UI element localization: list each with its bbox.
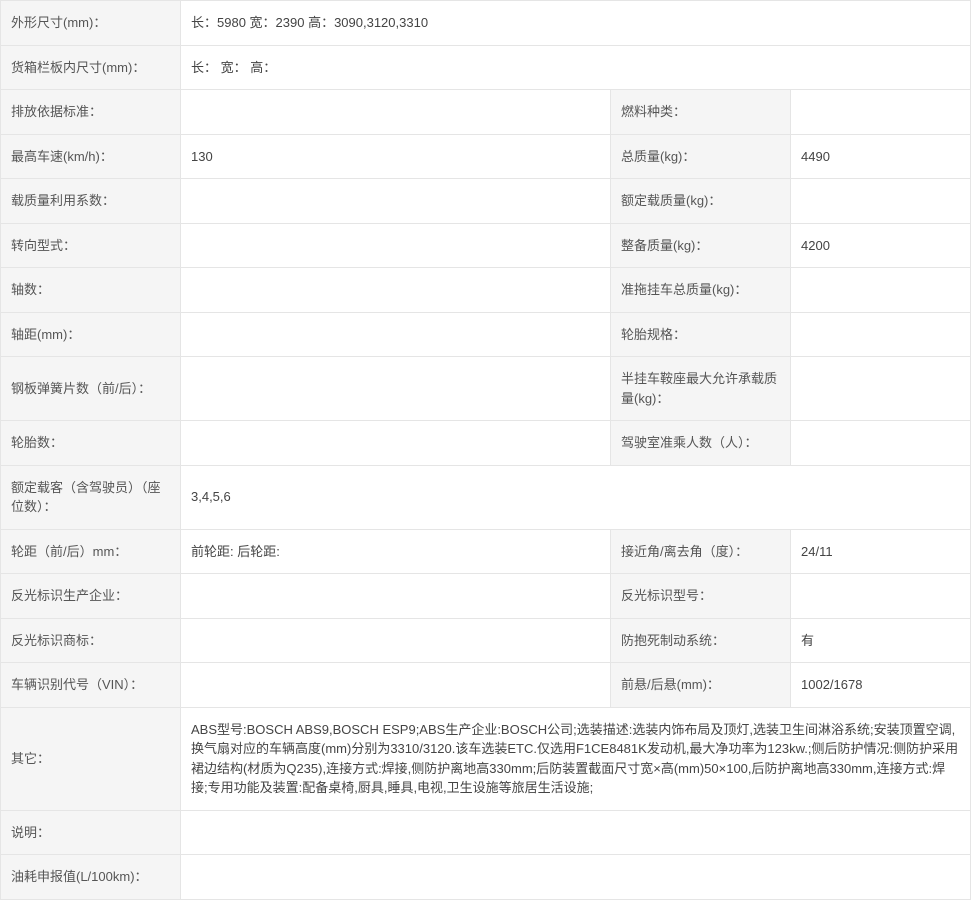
table-row: 车辆识别代号（VIN）： 前悬/后悬(mm)： 1002/1678 — [1, 663, 971, 708]
abs-label: 防抱死制动系统： — [611, 618, 791, 663]
passengers-value: 3,4,5,6 — [181, 465, 971, 529]
leaf-label: 钢板弹簧片数（前/后）： — [1, 357, 181, 421]
note-value — [181, 810, 971, 855]
fuelcons-label: 油耗申报值(L/100km)： — [1, 855, 181, 900]
table-row: 反光标识生产企业： 反光标识型号： — [1, 574, 971, 619]
leaf-value — [181, 357, 611, 421]
overhang-value: 1002/1678 — [791, 663, 971, 708]
curb-value: 4200 — [791, 223, 971, 268]
other-label: 其它： — [1, 707, 181, 810]
overhang-label: 前悬/后悬(mm)： — [611, 663, 791, 708]
loadcoef-value — [181, 179, 611, 224]
wheelbase-value — [181, 312, 611, 357]
table-row: 载质量利用系数： 额定载质量(kg)： — [1, 179, 971, 224]
fuel-label: 燃料种类： — [611, 90, 791, 135]
table-row: 轴距(mm)： 轮胎规格： — [1, 312, 971, 357]
track-label: 轮距（前/后）mm： — [1, 529, 181, 574]
steer-value — [181, 223, 611, 268]
table-row: 反光标识商标： 防抱死制动系统： 有 — [1, 618, 971, 663]
dim-value: 长：5980 宽：2390 高：3090,3120,3310 — [181, 1, 971, 46]
vehicle-spec-table: 外形尺寸(mm)： 长：5980 宽：2390 高：3090,3120,3310… — [0, 0, 971, 900]
dim-label: 外形尺寸(mm)： — [1, 1, 181, 46]
reflbrand-label: 反光标识商标： — [1, 618, 181, 663]
gross-value: 4490 — [791, 134, 971, 179]
table-row: 其它： ABS型号:BOSCH ABS9,BOSCH ESP9;ABS生产企业:… — [1, 707, 971, 810]
angle-label: 接近角/离去角（度）： — [611, 529, 791, 574]
angle-value: 24/11 — [791, 529, 971, 574]
cargo-value: 长： 宽： 高： — [181, 45, 971, 90]
axles-label: 轴数： — [1, 268, 181, 313]
vin-label: 车辆识别代号（VIN）： — [1, 663, 181, 708]
table-row: 轮胎数： 驾驶室准乘人数（人）： — [1, 421, 971, 466]
maxspeed-value: 130 — [181, 134, 611, 179]
emission-value — [181, 90, 611, 135]
curb-label: 整备质量(kg)： — [611, 223, 791, 268]
passengers-label: 额定载客（含驾驶员）（座位数）： — [1, 465, 181, 529]
table-row: 最高车速(km/h)： 130 总质量(kg)： 4490 — [1, 134, 971, 179]
vin-value — [181, 663, 611, 708]
rated-value — [791, 179, 971, 224]
tirenum-label: 轮胎数： — [1, 421, 181, 466]
table-row: 排放依据标准： 燃料种类： — [1, 90, 971, 135]
track-value: 前轮距: 后轮距: — [181, 529, 611, 574]
steer-label: 转向型式： — [1, 223, 181, 268]
reflbrand-value — [181, 618, 611, 663]
table-row: 货箱栏板内尺寸(mm)： 长： 宽： 高： — [1, 45, 971, 90]
cargo-label: 货箱栏板内尺寸(mm)： — [1, 45, 181, 90]
abs-value: 有 — [791, 618, 971, 663]
wheelbase-label: 轴距(mm)： — [1, 312, 181, 357]
tirespec-label: 轮胎规格： — [611, 312, 791, 357]
reflmaker-label: 反光标识生产企业： — [1, 574, 181, 619]
maxspeed-label: 最高车速(km/h)： — [1, 134, 181, 179]
table-row: 外形尺寸(mm)： 长：5980 宽：2390 高：3090,3120,3310 — [1, 1, 971, 46]
fuel-value — [791, 90, 971, 135]
saddle-value — [791, 357, 971, 421]
fuelcons-value — [181, 855, 971, 900]
trailer-value — [791, 268, 971, 313]
axles-value — [181, 268, 611, 313]
loadcoef-label: 载质量利用系数： — [1, 179, 181, 224]
reflmodel-value — [791, 574, 971, 619]
table-row: 油耗申报值(L/100km)： — [1, 855, 971, 900]
table-row: 轴数： 准拖挂车总质量(kg)： — [1, 268, 971, 313]
cabseats-label: 驾驶室准乘人数（人）： — [611, 421, 791, 466]
table-row: 转向型式： 整备质量(kg)： 4200 — [1, 223, 971, 268]
table-row: 钢板弹簧片数（前/后）： 半挂车鞍座最大允许承载质量(kg)： — [1, 357, 971, 421]
table-row: 说明： — [1, 810, 971, 855]
reflmodel-label: 反光标识型号： — [611, 574, 791, 619]
table-row: 轮距（前/后）mm： 前轮距: 后轮距: 接近角/离去角（度）： 24/11 — [1, 529, 971, 574]
rated-label: 额定载质量(kg)： — [611, 179, 791, 224]
saddle-label: 半挂车鞍座最大允许承载质量(kg)： — [611, 357, 791, 421]
gross-label: 总质量(kg)： — [611, 134, 791, 179]
table-row: 额定载客（含驾驶员）（座位数）： 3,4,5,6 — [1, 465, 971, 529]
tirenum-value — [181, 421, 611, 466]
trailer-label: 准拖挂车总质量(kg)： — [611, 268, 791, 313]
tirespec-value — [791, 312, 971, 357]
note-label: 说明： — [1, 810, 181, 855]
cabseats-value — [791, 421, 971, 466]
reflmaker-value — [181, 574, 611, 619]
emission-label: 排放依据标准： — [1, 90, 181, 135]
other-value: ABS型号:BOSCH ABS9,BOSCH ESP9;ABS生产企业:BOSC… — [181, 707, 971, 810]
